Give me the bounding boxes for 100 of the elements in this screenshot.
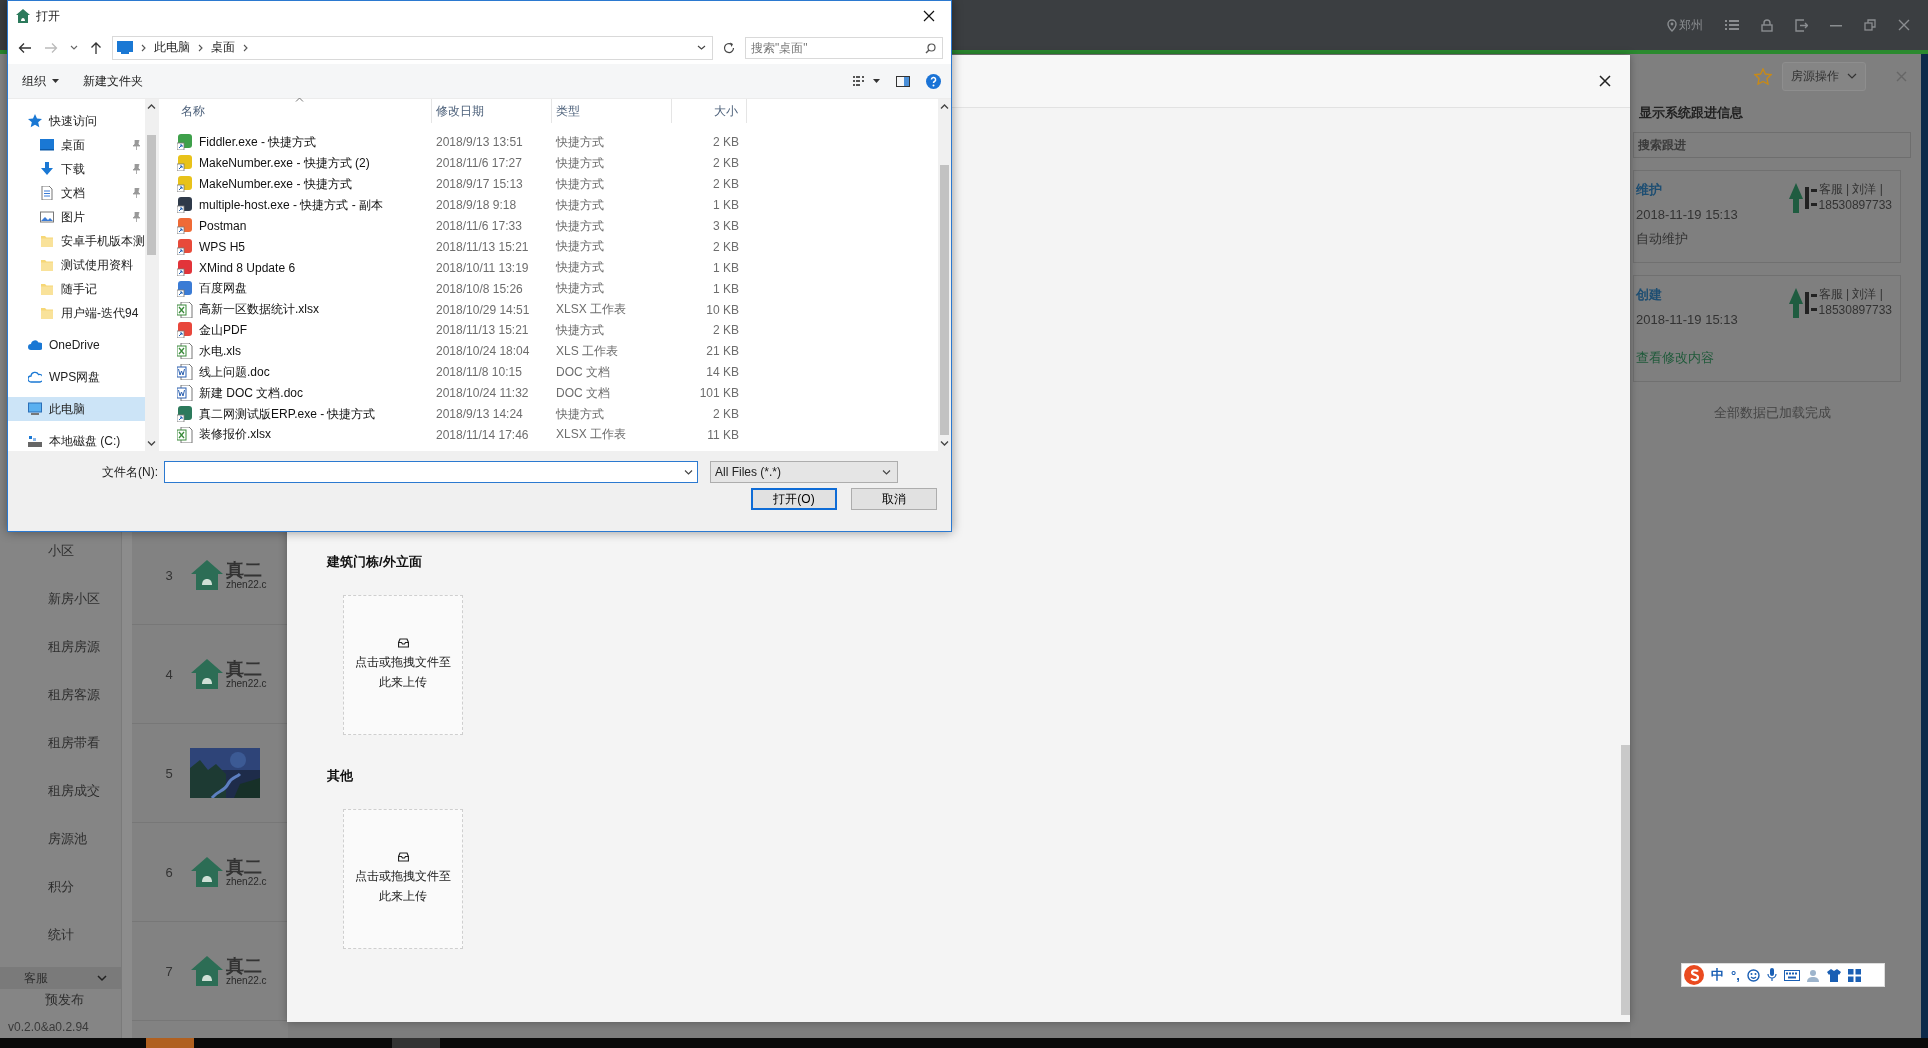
record-title: 维护: [1636, 181, 1663, 199]
keyboard-icon[interactable]: [1783, 969, 1800, 981]
ime-mode[interactable]: °,: [1731, 967, 1740, 983]
grid-icon[interactable]: [1847, 968, 1861, 982]
close-icon[interactable]: [1599, 75, 1611, 87]
domain-label: zhen22.c: [226, 875, 267, 887]
navigation-item[interactable]: 桌面: [8, 133, 145, 157]
file-row[interactable]: Postman 2018/11/6 17:33 快捷方式 3 KB: [177, 215, 938, 237]
sidebar-item[interactable]: 统计: [0, 911, 121, 959]
file-row[interactable]: multiple-host.exe - 快捷方式 - 副本 2018/9/18 9:18 快捷方式 1 KB: [177, 194, 938, 216]
sidebar-item[interactable]: 租房带看: [0, 719, 121, 767]
help-icon[interactable]: [926, 73, 941, 89]
cloud-icon: [28, 370, 42, 384]
back-arrow-icon[interactable]: [18, 41, 32, 54]
lock-icon[interactable]: [1761, 18, 1773, 32]
file-row[interactable]: 高新一区数据统计.xlsx 2018/10/29 14:51 XLSX 工作表 10 KB: [177, 299, 938, 320]
scrollbar-thumb[interactable]: [147, 135, 156, 255]
file-row[interactable]: 水电.xls 2018/10/24 18:04 XLS 工作表 21 KB: [177, 340, 938, 362]
modified-date: 2018/11/6 17:27: [435, 156, 523, 171]
refresh-icon[interactable]: [723, 41, 735, 54]
sidebar-item[interactable]: 租房客源: [0, 671, 121, 719]
cancel-button[interactable]: 取消: [851, 488, 937, 510]
ime-logo-icon[interactable]: [1684, 965, 1704, 985]
smiley-icon[interactable]: [1746, 968, 1760, 982]
navigation-item[interactable]: 文档: [8, 181, 145, 205]
column-header[interactable]: 名称: [177, 99, 432, 123]
modified-date: 2018/11/8 10:15: [435, 365, 523, 380]
chevron-down-icon[interactable]: [70, 45, 78, 50]
folder-icon: [40, 258, 54, 272]
sidebar-item[interactable]: 新房小区: [0, 575, 121, 623]
author-label: 客服 | 刘洋 |: [1818, 181, 1884, 198]
address-bar[interactable]: 此电脑 桌面: [112, 35, 713, 60]
file-row[interactable]: 线上问题.doc 2018/11/8 10:15 DOC 文档 14 KB: [177, 361, 938, 383]
file-name: XMind 8 Update 6: [199, 260, 296, 275]
file-row[interactable]: MakeNumber.exe - 快捷方式 2018/9/17 15:13 快捷方式 2 KB: [177, 173, 938, 195]
navigation-item[interactable]: 下载: [8, 157, 145, 181]
action-dropdown[interactable]: 房源操作: [1782, 61, 1866, 91]
house-logo-icon: [190, 559, 224, 591]
navigation-item[interactable]: WPS网盘: [8, 365, 145, 389]
file-type: 快捷方式: [555, 175, 605, 193]
filename-field[interactable]: [164, 461, 698, 483]
navigation-item[interactable]: 用户端-迭代94: [8, 301, 145, 325]
exit-icon[interactable]: [1795, 18, 1808, 32]
up-arrow-icon[interactable]: [90, 40, 102, 55]
restore-icon[interactable]: [1864, 19, 1876, 31]
forward-arrow-icon[interactable]: [44, 41, 58, 54]
file-row[interactable]: XMind 8 Update 6 2018/10/11 13:19 快捷方式 1 KB: [177, 257, 938, 279]
file-row[interactable]: 新建 DOC 文档.doc 2018/10/24 11:32 DOC 文档 101 KB: [177, 382, 938, 404]
file-row[interactable]: MakeNumber.exe - 快捷方式 (2) 2018/11/6 17:27 快捷方式 2 KB: [177, 152, 938, 174]
preview-pane-icon[interactable]: [896, 75, 910, 87]
sidebar-item[interactable]: 预发布: [0, 989, 121, 1011]
shirt-icon[interactable]: [1826, 968, 1841, 982]
organize-menu[interactable]: 组织: [18, 69, 63, 93]
sidebar-item[interactable]: 积分: [0, 863, 121, 911]
user-icon[interactable]: [1806, 968, 1820, 982]
navigation-item[interactable]: 此电脑: [8, 397, 145, 421]
file-size: 101 KB: [698, 386, 740, 401]
scrollbar-thumb[interactable]: [940, 165, 949, 435]
navigation-item[interactable]: 本地磁盘 (C:): [8, 429, 145, 451]
scrollbar[interactable]: [145, 99, 158, 451]
ime-mode[interactable]: 中: [1711, 966, 1724, 984]
file-size: 11 KB: [706, 427, 740, 442]
search-field[interactable]: 搜索跟进: [1633, 132, 1911, 158]
column-header[interactable]: 大小: [672, 99, 747, 123]
sidebar-item[interactable]: 租房房源: [0, 623, 121, 671]
file-row[interactable]: 百度网盘 2018/10/8 15:26 快捷方式 1 KB: [177, 278, 938, 300]
navigation-item[interactable]: OneDrive: [8, 333, 145, 357]
open-button[interactable]: 打开(O): [751, 488, 837, 510]
new-folder-button[interactable]: 新建文件夹: [79, 69, 147, 93]
breadcrumb-item[interactable]: 此电脑: [154, 39, 190, 56]
upload-area[interactable]: 点击或拖拽文件至此来上传: [343, 809, 463, 949]
navigation-item[interactable]: 安卓手机版本测: [8, 229, 145, 253]
shortcut-icon: [177, 134, 193, 151]
shortcut-icon: [177, 259, 193, 276]
sidebar-item[interactable]: 房源池: [0, 815, 121, 863]
view-menu[interactable]: [853, 76, 880, 86]
microphone-icon[interactable]: [1766, 968, 1777, 982]
upload-area[interactable]: 点击或拖拽文件至此来上传: [343, 595, 463, 735]
file-row[interactable]: 金山PDF 2018/11/13 15:21 快捷方式 2 KB: [177, 320, 938, 341]
list-icon[interactable]: [1725, 19, 1739, 31]
file-row[interactable]: 装修报价.xlsx 2018/11/14 17:46 XLSX 工作表 11 KB: [177, 424, 938, 446]
monitor-icon: [40, 138, 54, 152]
scrollbar[interactable]: [938, 99, 951, 451]
navigation-item[interactable]: 图片: [8, 205, 145, 229]
file-row[interactable]: Fiddler.exe - 快捷方式 2018/9/13 13:51 快捷方式 2 KB: [177, 132, 938, 153]
file-name: 线上问题.doc: [199, 363, 270, 381]
breadcrumb-item[interactable]: 桌面: [211, 39, 235, 56]
file-name: multiple-host.exe - 快捷方式 - 副本: [199, 196, 384, 214]
column-header[interactable]: 修改日期: [432, 99, 552, 123]
file-row[interactable]: 真二网测试版ERP.exe - 快捷方式 2018/9/13 14:24 快捷方式 2 KB: [177, 403, 938, 425]
star-icon[interactable]: [1754, 67, 1772, 85]
navigation-item[interactable]: 随手记: [8, 277, 145, 301]
navigation-item[interactable]: 快速访问: [8, 109, 145, 133]
scrollbar[interactable]: [1621, 745, 1630, 1015]
navigation-item[interactable]: 测试使用资料: [8, 253, 145, 277]
column-header[interactable]: 类型: [552, 99, 672, 123]
record-note: 自动维护: [1636, 230, 1689, 248]
file-row[interactable]: WPS H5 2018/11/13 15:21 快捷方式 2 KB: [177, 236, 938, 258]
file-type-dropdown[interactable]: All Files (*.*): [710, 461, 898, 483]
sidebar-item[interactable]: 租房成交: [0, 767, 121, 815]
